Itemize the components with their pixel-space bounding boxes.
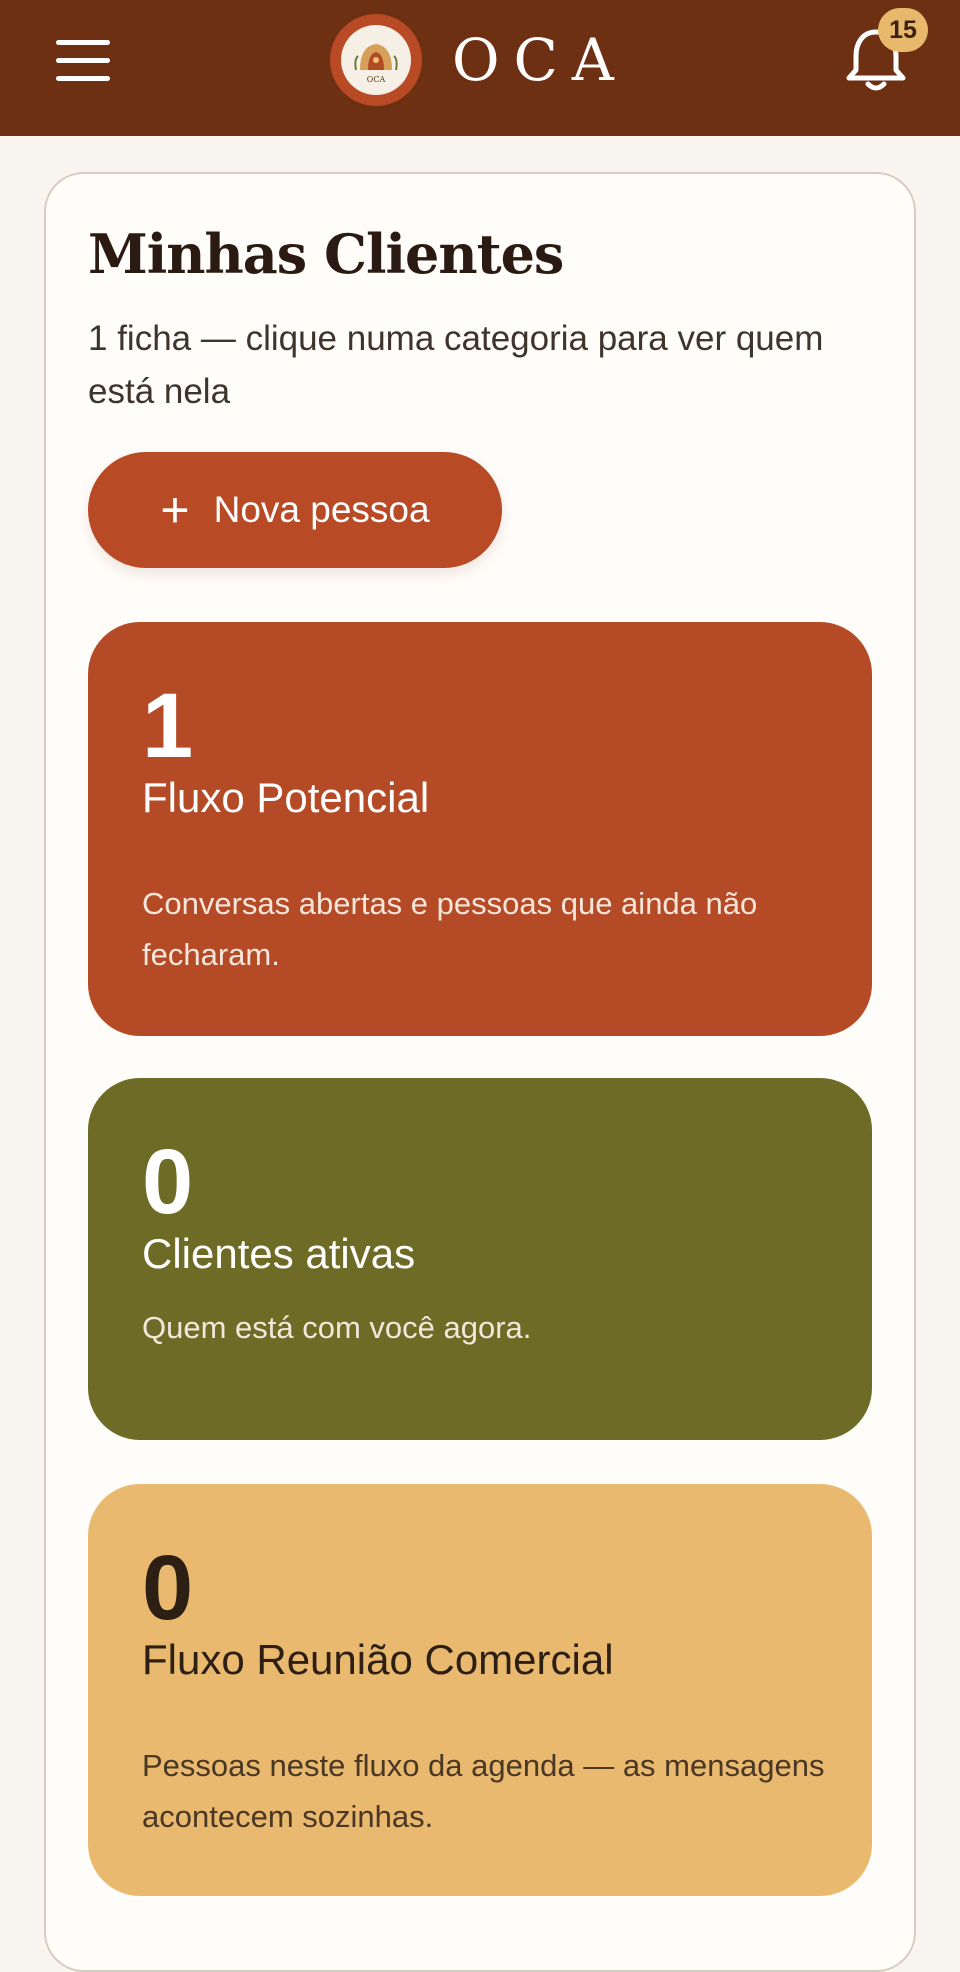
category-name: Clientes ativas: [142, 1230, 416, 1277]
category-clientes-ativas[interactable]: 0 Clientes ativas Quem está com você ago…: [88, 1078, 872, 1440]
new-person-label: Nova pessoa: [213, 489, 430, 530]
svg-text:OCA: OCA: [367, 75, 386, 84]
page-title: Minhas Clientes: [88, 222, 564, 286]
brand[interactable]: OCA OCA: [330, 14, 628, 106]
page-subtitle: 1 ficha — clique numa categoria para ver…: [88, 319, 824, 411]
new-person-button[interactable]: + Nova pessoa: [88, 452, 502, 568]
category-description: Quem está com você agora.: [142, 1310, 532, 1345]
category-fluxo-potencial[interactable]: 1 Fluxo Potencial Conversas abertas e pe…: [88, 622, 872, 1036]
category-count: 0: [142, 1537, 194, 1639]
logo-icon: OCA: [330, 14, 422, 106]
top-bar: OCA OCA 15: [0, 0, 960, 136]
category-description: Pessoas neste fluxo da agenda — as mensa…: [142, 1748, 825, 1834]
brand-name: OCA: [452, 26, 628, 94]
category-count: 1: [142, 675, 194, 777]
plus-icon: +: [160, 482, 190, 538]
category-description: Conversas abertas e pessoas que ainda nã…: [142, 886, 758, 972]
category-fluxo-reuniao-comercial[interactable]: 0 Fluxo Reunião Comercial Pessoas neste …: [88, 1484, 872, 1896]
notification-badge: 15: [878, 8, 928, 52]
category-name: Fluxo Potencial: [142, 774, 430, 821]
hamburger-menu-icon[interactable]: [56, 30, 116, 90]
category-count: 0: [142, 1131, 194, 1233]
category-name: Fluxo Reunião Comercial: [142, 1636, 614, 1683]
